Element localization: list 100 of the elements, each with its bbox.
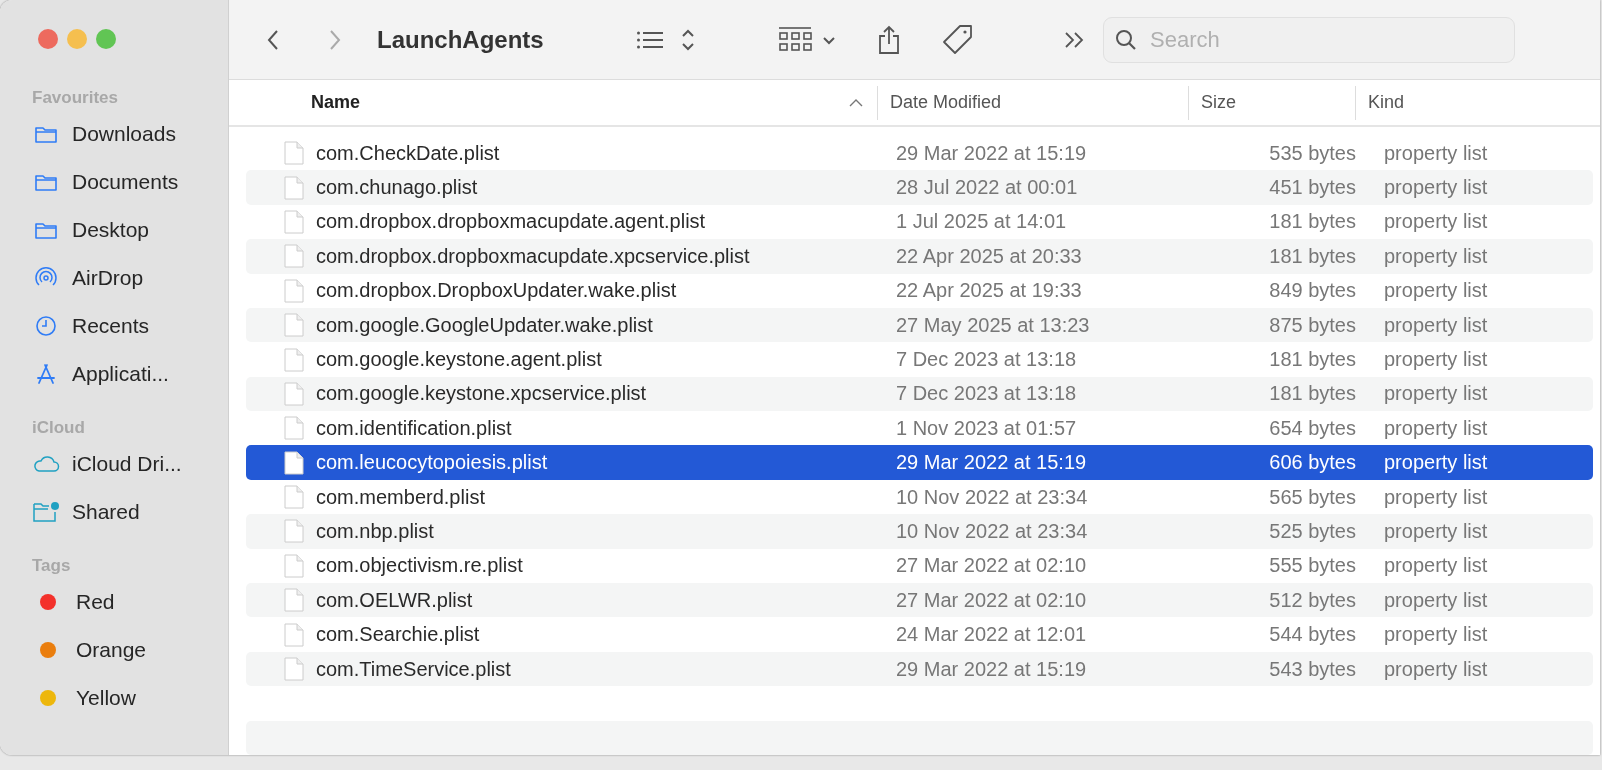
file-kind: property list [1383,244,1488,268]
file-kind: property list [1383,176,1488,200]
document-icon [284,485,304,510]
file-row[interactable]: com.Searchie.plist 24 Mar 2022 at 12:01 544 bytes property list [246,617,1593,652]
file-row[interactable]: com.CheckDate.plist 29 Mar 2022 at 15:19 535 bytes property list [246,135,1593,171]
sidebar-item[interactable]: Documents [32,158,228,206]
file-name: com.dropbox.dropboxmacupdate.agent.plist [316,210,706,234]
column-header[interactable]: Date Modified [878,85,1189,120]
file-size: 181 bytes [1268,244,1356,268]
file-row[interactable]: com.leucocytopoiesis.plist 29 Mar 2022 at 15:19 606 bytes property list [246,445,1593,480]
date-modified: 27 Mar 2022 at 02:10 [895,588,1088,612]
file-size: 451 bytes [1268,176,1356,200]
date-modified: 29 Mar 2022 at 15:19 [895,451,1088,475]
file-row[interactable]: com.chunago.plist 28 Jul 2022 at 00:01 451 bytes property list [246,170,1593,205]
file-name: com.memberd.plist [316,485,485,509]
file-size: 181 bytes [1268,348,1356,371]
file-size: 525 bytes [1268,519,1356,543]
document-icon [284,553,304,578]
date-modified: 1 Nov 2023 at 01:57 [895,416,1078,440]
file-size: 565 bytes [1268,485,1356,509]
sidebar-section-title: iCloud [32,417,86,439]
file-name: com.dropbox.DropboxUpdater.wake.plist [316,279,677,303]
window-title: LaunchAgents [377,25,545,54]
file-kind: property list [1383,348,1488,371]
date-modified: 27 Mar 2022 at 02:10 [895,554,1088,578]
share-icon[interactable] [877,24,901,55]
column-header[interactable]: Kind [1356,85,1405,120]
file-kind: property list [1383,588,1488,612]
date-modified: 27 May 2025 at 13:23 [895,313,1091,337]
sidebar-item[interactable]: Yellow [32,674,228,722]
file-row[interactable]: com.TimeService.plist 29 Mar 2022 at 15:19 543 bytes property list [246,651,1593,687]
folder-icon [32,124,60,144]
file-kind: property list [1383,657,1488,681]
shared-folder-icon [32,501,60,523]
file-kind: property list [1383,485,1488,509]
column-header[interactable]: Name [229,85,878,120]
file-kind: property list [1383,279,1488,303]
sidebar-item[interactable]: Recents [32,302,228,350]
file-row[interactable]: com.google.GoogleUpdater.wake.plist 27 May 2025 at 13:23 875 bytes property list [246,307,1593,343]
date-modified: 7 Dec 2023 at 13:18 [895,348,1078,371]
file-row[interactable]: com.google.keystone.xpcservice.plist 7 Dec 2023 at 13:18 181 bytes property list [246,376,1593,412]
document-icon [284,416,304,441]
file-row[interactable]: com.nbp.plist 10 Nov 2022 at 23:34 525 bytes property list [246,514,1593,549]
sidebar-item[interactable]: Desktop [32,206,228,254]
file-kind: property list [1383,141,1488,165]
file-row[interactable]: com.google.keystone.agent.plist 7 Dec 2023 at 13:18 181 bytes property list [246,342,1593,377]
file-size: 654 bytes [1268,416,1356,440]
sidebar-item[interactable]: Shared [32,488,228,536]
folder-icon [32,220,60,240]
list-view-icon[interactable] [637,27,697,52]
file-size: 512 bytes [1268,588,1356,612]
file-kind: property list [1383,416,1488,440]
file-name: com.dropbox.dropboxmacupdate.xpcservice.plist [316,244,750,268]
sidebar-item[interactable]: AirDrop [32,254,228,302]
sidebar-section-title: Favourites [32,87,119,109]
document-icon [284,381,304,406]
file-row[interactable]: com.dropbox.dropboxmacupdate.xpcservice.plist 22 Apr 2025 at 20:33 181 bytes property list [246,239,1593,274]
file-size: 535 bytes [1268,141,1356,165]
file-size: 544 bytes [1268,623,1356,647]
file-kind: property list [1383,210,1488,234]
file-row[interactable]: com.OELWR.plist 27 Mar 2022 at 02:10 512 bytes property list [246,583,1593,618]
sidebar-item[interactable]: Red [32,578,228,626]
document-icon [284,141,304,166]
file-row[interactable]: com.dropbox.DropboxUpdater.wake.plist 22 Apr 2025 at 19:33 849 bytes property list [246,273,1593,308]
column-header[interactable]: Size [1189,85,1356,120]
document-icon [284,278,304,303]
file-kind: property list [1383,519,1488,543]
document-icon [284,209,304,234]
file-size: 181 bytes [1268,382,1356,406]
sidebar-item[interactable]: Applicati... [32,350,228,398]
file-size: 849 bytes [1268,279,1356,303]
tag-icon[interactable] [941,22,975,57]
sidebar-item[interactable]: Downloads [32,110,228,158]
file-row[interactable]: com.identification.plist 1 Nov 2023 at 01:57 654 bytes property list [246,411,1593,446]
sidebar-item[interactable]: iCloud Dri... [32,440,228,488]
sidebar-item[interactable]: Orange [32,626,228,674]
document-icon [284,588,304,613]
file-row[interactable]: com.objectivism.re.plist 27 Mar 2022 at 02:10 555 bytes property list [246,548,1593,584]
document-icon [284,450,304,475]
file-name: com.objectivism.re.plist [316,554,523,578]
file-name: com.chunago.plist [316,176,478,200]
file-size: 606 bytes [1268,451,1356,475]
file-name: com.Searchie.plist [316,623,480,647]
file-kind: property list [1383,451,1488,475]
document-icon [284,244,304,269]
file-size: 555 bytes [1268,554,1356,578]
file-name: com.google.keystone.agent.plist [316,348,602,371]
file-row[interactable]: com.dropbox.dropboxmacupdate.agent.plist 1 Jul 2025 at 14:01 181 bytes property list [246,204,1593,240]
document-icon [284,347,304,372]
document-icon [284,313,304,338]
date-modified: 29 Mar 2022 at 15:19 [895,657,1088,681]
file-name: com.CheckDate.plist [316,141,500,165]
search-field[interactable]: Search [1103,16,1515,63]
file-name: com.google.keystone.xpcservice.plist [316,382,647,406]
file-row[interactable]: com.memberd.plist 10 Nov 2022 at 23:34 565 bytes property list [246,479,1593,515]
date-modified: 10 Nov 2022 at 23:34 [895,485,1089,509]
file-name: com.TimeService.plist [316,657,511,681]
date-modified: 29 Mar 2022 at 15:19 [895,141,1088,165]
file-kind: property list [1383,623,1488,647]
file-kind: property list [1383,382,1488,406]
